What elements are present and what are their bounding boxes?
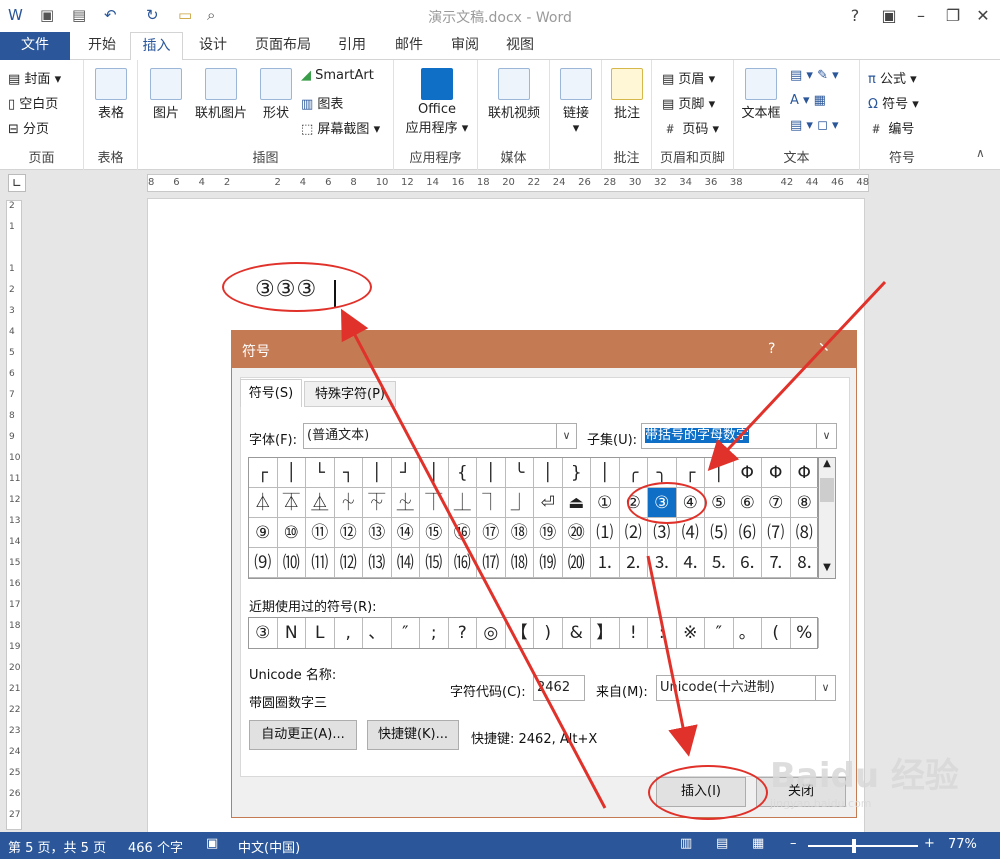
annotation-arrows — [340, 280, 887, 809]
watermark: Baidu 经验 jingyan.baidu.com — [770, 756, 959, 810]
